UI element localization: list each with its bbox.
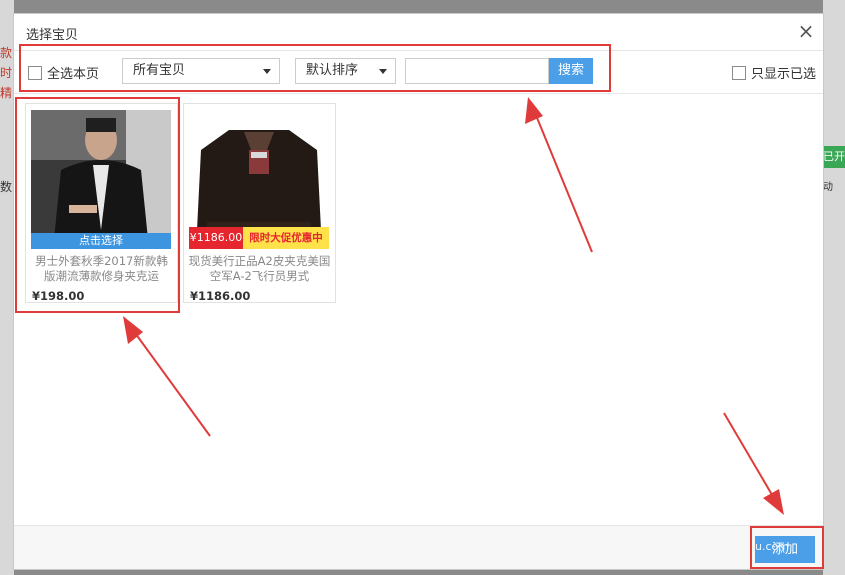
product-card[interactable]: ¥1186.00 限时大促优惠中 现货美行正品A2皮夹克美国空军A-2飞行员男式… — [183, 103, 336, 303]
bg-text: 精 — [0, 86, 13, 100]
dialog-footer: 添加 — [14, 525, 823, 569]
bg-text: 款 — [0, 46, 13, 60]
checkbox-icon — [732, 65, 746, 80]
show-selected-checkbox[interactable]: 只显示已选 — [732, 63, 816, 82]
promo-badge: 限时大促优惠中 — [243, 227, 329, 249]
close-icon[interactable]: × — [795, 20, 817, 42]
bg-text: 数 — [0, 180, 13, 194]
background-page-left: 款 时 精 数 — [0, 0, 14, 575]
annotation-box-product — [15, 97, 180, 313]
bg-text: 时 — [0, 66, 13, 80]
bg-green-button: 已开 — [823, 146, 845, 168]
annotation-box-toolbar — [19, 44, 611, 92]
annotation-box-add — [750, 526, 824, 569]
dialog-title: 选择宝贝 — [26, 28, 79, 43]
product-name: 现货美行正品A2皮夹克美国空军A-2飞行员男式 — [188, 254, 331, 283]
product-price: ¥1186.00 — [190, 289, 251, 303]
price-badge: ¥1186.00 — [189, 227, 243, 249]
product-image: ¥1186.00 限时大促优惠中 — [189, 110, 329, 249]
watermark-logo: 经验 — [752, 504, 792, 528]
background-page-right: 已开 动 — [823, 0, 845, 575]
show-selected-label: 只显示已选 — [751, 67, 817, 82]
bg-text: 动 — [823, 182, 833, 193]
